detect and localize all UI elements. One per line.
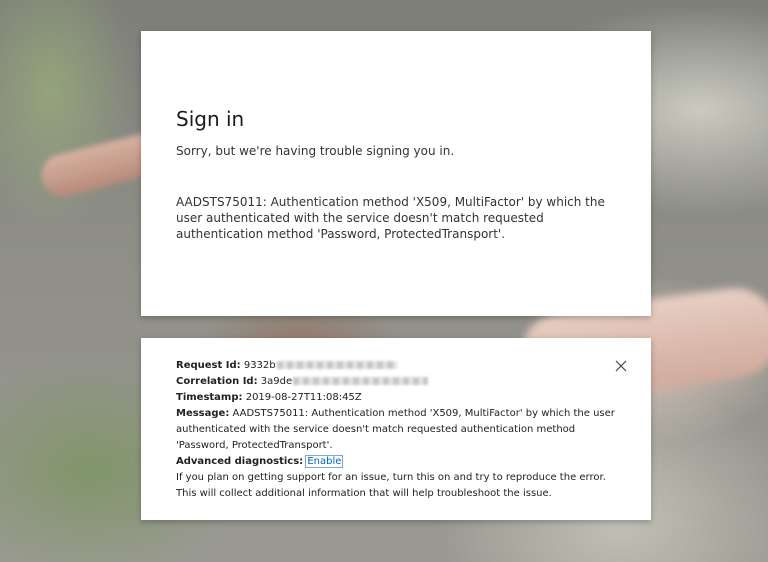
request-id-label: Request Id: [176, 360, 241, 371]
error-subtitle: Sorry, but we're having trouble signing … [176, 144, 455, 158]
error-message: AADSTS75011: Authentication method 'X509… [176, 195, 605, 241]
page-title: Sign in [176, 107, 245, 131]
message-label: Message: [176, 408, 230, 419]
error-details-panel: Request Id: 9332b Correlation Id: 3a9de … [141, 338, 651, 520]
advanced-diagnostics-row: Advanced diagnostics: Enable [176, 454, 616, 470]
message-value: AADSTS75011: Authentication method 'X509… [176, 408, 615, 451]
sign-in-card: Sign in Sorry, but we're having trouble … [141, 31, 651, 316]
timestamp-row: Timestamp: 2019-08-27T11:08:45Z [176, 390, 616, 406]
error-details: Request Id: 9332b Correlation Id: 3a9de … [176, 358, 616, 502]
correlation-id-value: 3a9de [260, 376, 293, 387]
advanced-diagnostics-label: Advanced diagnostics: [176, 456, 304, 467]
request-id-row: Request Id: 9332b [176, 358, 616, 374]
redacted-blur [276, 361, 397, 369]
diagnostics-help-text: If you plan on getting support for an is… [176, 472, 606, 499]
request-id-value: 9332b [243, 360, 276, 371]
timestamp-value: 2019-08-27T11:08:45Z [245, 392, 362, 403]
redacted-blur [293, 377, 429, 385]
message-row: Message: AADSTS75011: Authentication met… [176, 406, 616, 454]
correlation-id-row: Correlation Id: 3a9de [176, 374, 616, 390]
enable-diagnostics-link[interactable]: Enable [305, 455, 344, 468]
close-icon [615, 360, 627, 372]
timestamp-label: Timestamp: [176, 392, 243, 403]
close-details-button[interactable] [613, 358, 629, 374]
correlation-id-label: Correlation Id: [176, 376, 258, 387]
